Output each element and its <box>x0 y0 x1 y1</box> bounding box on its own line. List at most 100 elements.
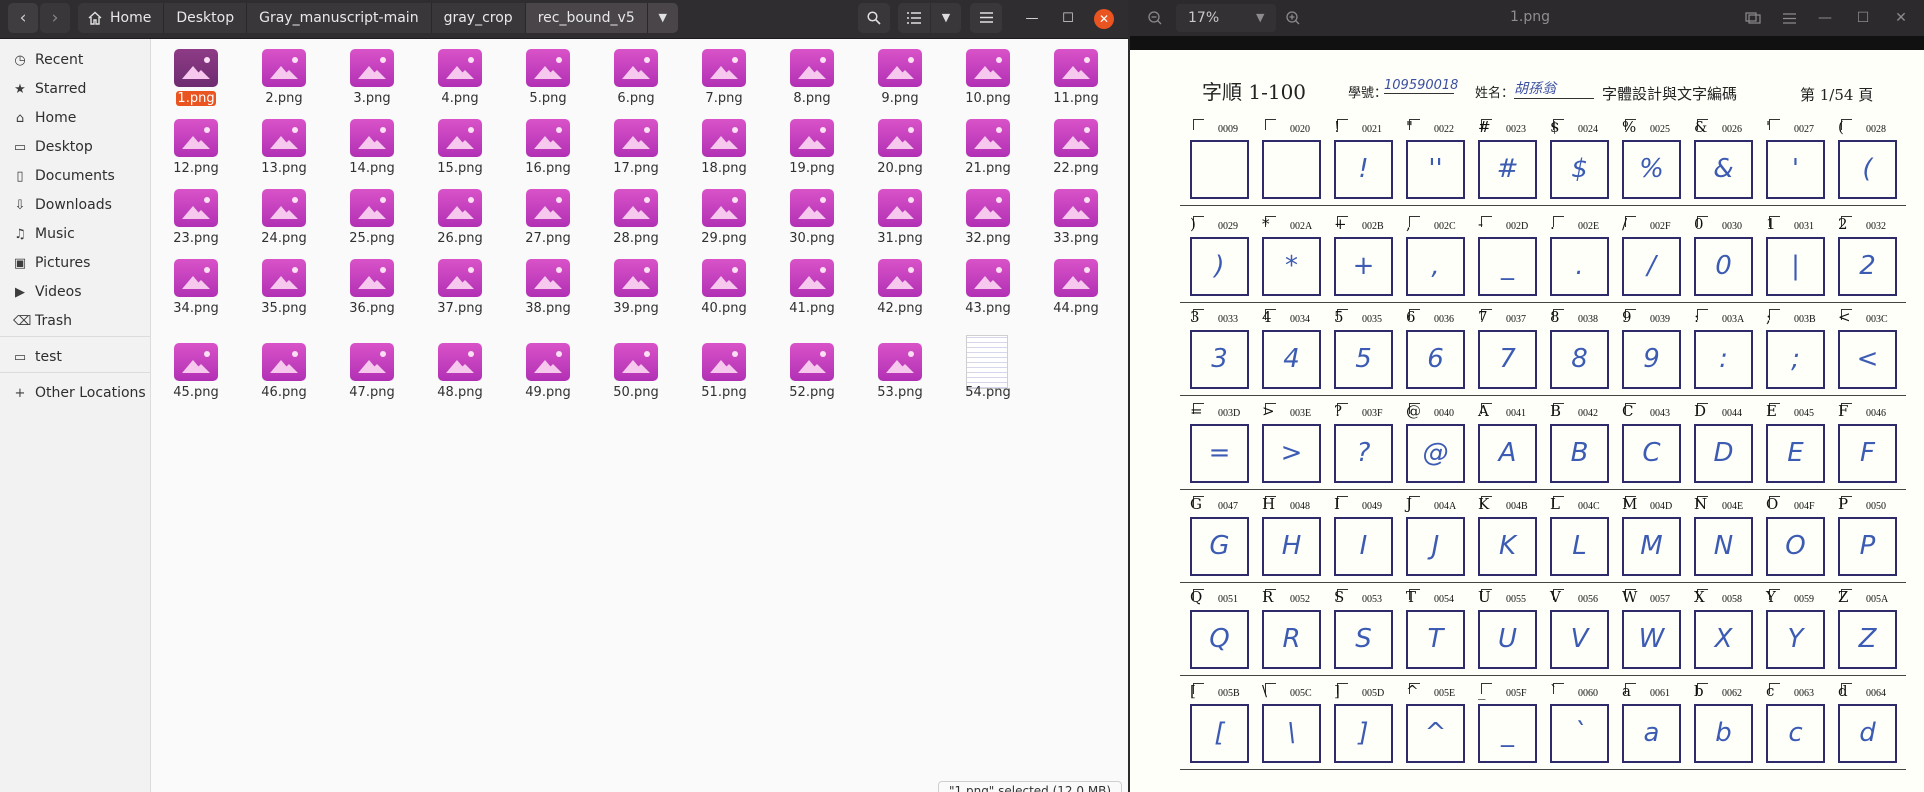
file-item[interactable]: 18.png <box>680 109 760 176</box>
file-item[interactable]: 23.png <box>152 179 232 246</box>
file-item[interactable]: 17.png <box>592 109 672 176</box>
file-item[interactable]: 28.png <box>592 179 672 246</box>
file-item[interactable]: 52.png <box>768 333 848 400</box>
printed-character: + <box>1334 215 1347 233</box>
breadcrumb-gray-manuscript[interactable]: Gray_manuscript-main <box>247 3 432 33</box>
file-item[interactable]: 45.png <box>152 333 232 400</box>
file-item[interactable]: 7.png <box>680 39 760 106</box>
handwritten-character: ^ <box>1424 718 1447 748</box>
file-item[interactable]: 34.png <box>152 249 232 316</box>
file-item[interactable]: 30.png <box>768 179 848 246</box>
forward-button[interactable]: › <box>40 3 70 33</box>
unicode-code: 0029 <box>1218 221 1238 232</box>
handwritten-character: b <box>1715 718 1732 748</box>
handwritten-character: W <box>1638 624 1665 654</box>
zoom-level-dropdown[interactable]: 17% ▼ <box>1176 4 1276 32</box>
file-item[interactable]: 36.png <box>328 249 408 316</box>
sidebar-item-home[interactable]: ⌂ Home <box>0 103 150 133</box>
breadcrumb-rec-bound[interactable]: rec_bound_v5 <box>525 3 648 33</box>
file-item[interactable]: 13.png <box>240 109 320 176</box>
file-item[interactable]: 16.png <box>504 109 584 176</box>
breadcrumb-desktop[interactable]: Desktop <box>164 3 248 33</box>
file-item[interactable]: 19.png <box>768 109 848 176</box>
file-item[interactable]: 25.png <box>328 179 408 246</box>
zoom-in-button[interactable] <box>1280 4 1306 32</box>
file-item[interactable]: 10.png <box>944 39 1024 106</box>
file-item[interactable]: 44.png <box>1032 249 1112 316</box>
file-item[interactable]: 9.png <box>856 39 936 106</box>
maximize-button[interactable]: ☐ <box>1852 4 1874 32</box>
breadcrumb-home[interactable]: Home <box>78 3 165 33</box>
file-item[interactable]: 6.png <box>592 39 672 106</box>
handwritten-character: A <box>1498 438 1517 468</box>
file-item[interactable]: 31.png <box>856 179 936 246</box>
maximize-button[interactable]: ☐ <box>1058 9 1078 29</box>
file-item[interactable]: 5.png <box>504 39 584 106</box>
close-button[interactable]: ✕ <box>1094 9 1114 29</box>
file-item[interactable]: 20.png <box>856 109 936 176</box>
file-item[interactable]: 27.png <box>504 179 584 246</box>
sidebar-item-starred[interactable]: ★ Starred <box>0 74 150 104</box>
file-item[interactable]: 1.png <box>152 39 232 106</box>
file-item[interactable]: 42.png <box>856 249 936 316</box>
file-item[interactable]: 39.png <box>592 249 672 316</box>
sidebar-item-videos[interactable]: ▶ Videos <box>0 277 150 307</box>
minimize-button[interactable]: — <box>1022 9 1042 29</box>
file-item[interactable]: 32.png <box>944 179 1024 246</box>
view-options-button[interactable]: ▼ <box>931 3 961 33</box>
file-item[interactable]: 29.png <box>680 179 760 246</box>
file-item[interactable]: 47.png <box>328 333 408 400</box>
file-item[interactable]: 48.png <box>416 333 496 400</box>
image-file-icon <box>966 49 1010 87</box>
sidebar-item-trash[interactable]: ⌫ Trash <box>0 306 150 336</box>
file-item[interactable]: 51.png <box>680 333 760 400</box>
file-item[interactable]: 15.png <box>416 109 496 176</box>
file-item[interactable]: 22.png <box>1032 109 1112 176</box>
close-button[interactable]: ✕ <box>1890 4 1912 32</box>
file-item[interactable]: 38.png <box>504 249 584 316</box>
back-button[interactable]: ‹ <box>8 3 38 33</box>
sidebar-item-music[interactable]: ♫ Music <box>0 219 150 249</box>
zoom-out-button[interactable] <box>1142 4 1168 32</box>
breadcrumb-gray-crop[interactable]: gray_crop <box>432 3 526 33</box>
sidebar-item-recent[interactable]: ◷ Recent <box>0 45 150 75</box>
file-item[interactable]: 26.png <box>416 179 496 246</box>
sidebar-item-pictures[interactable]: ▣ Pictures <box>0 248 150 278</box>
file-item[interactable]: 41.png <box>768 249 848 316</box>
file-item[interactable]: 37.png <box>416 249 496 316</box>
sidebar-item-test[interactable]: ▭ test <box>0 342 150 372</box>
viewer-menu-button[interactable] <box>1776 4 1802 32</box>
sidebar-item-downloads[interactable]: ⇩ Downloads <box>0 190 150 220</box>
file-item[interactable]: 35.png <box>240 249 320 316</box>
file-item[interactable]: 3.png <box>328 39 408 106</box>
file-item[interactable]: 40.png <box>680 249 760 316</box>
file-item[interactable]: 24.png <box>240 179 320 246</box>
file-item[interactable]: 49.png <box>504 333 584 400</box>
view-mode-button[interactable] <box>898 3 930 33</box>
file-item[interactable]: 4.png <box>416 39 496 106</box>
file-item[interactable]: 50.png <box>592 333 672 400</box>
sidebar-item-documents[interactable]: ▯ Documents <box>0 161 150 191</box>
file-item[interactable]: 14.png <box>328 109 408 176</box>
file-item[interactable]: 8.png <box>768 39 848 106</box>
unicode-code: 0045 <box>1794 408 1814 419</box>
file-item[interactable]: 11.png <box>1032 39 1112 106</box>
chevron-right-icon: › <box>51 8 59 28</box>
file-item[interactable]: 21.png <box>944 109 1024 176</box>
minimize-button[interactable]: — <box>1814 4 1836 32</box>
search-button[interactable] <box>858 3 890 33</box>
gallery-button[interactable] <box>1740 4 1766 32</box>
document-image[interactable]: 字順 1-100 學號： 109590018 姓名： 胡孫翁 字體設計與文字編碼… <box>1130 50 1924 792</box>
file-item[interactable]: 53.png <box>856 333 936 400</box>
file-item[interactable]: 43.png <box>944 249 1024 316</box>
main-menu-button[interactable] <box>970 3 1002 33</box>
file-item[interactable]: 33.png <box>1032 179 1112 246</box>
file-item[interactable]: 46.png <box>240 333 320 400</box>
file-item[interactable]: 12.png <box>152 109 232 176</box>
printed-character: @ <box>1406 402 1421 420</box>
file-item[interactable]: 54.png <box>944 333 1024 400</box>
sidebar-item-desktop[interactable]: ▭ Desktop <box>0 132 150 162</box>
breadcrumb-dropdown-button[interactable]: ▼ <box>647 3 678 33</box>
sidebar-item-other-locations[interactable]: + Other Locations <box>0 378 150 408</box>
file-item[interactable]: 2.png <box>240 39 320 106</box>
